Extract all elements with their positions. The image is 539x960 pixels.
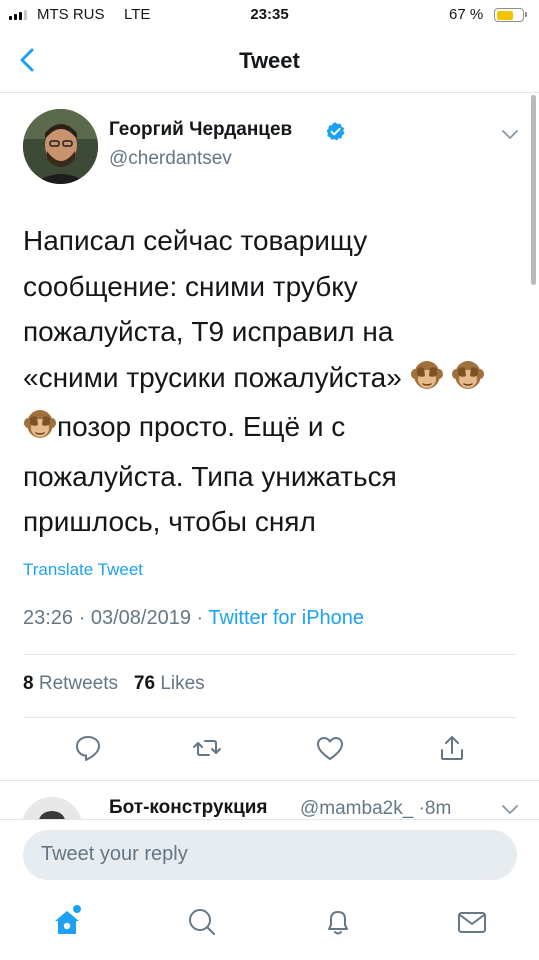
reply-icon	[76, 736, 100, 761]
translate-tweet-link[interactable]: Translate Tweet	[23, 560, 143, 580]
reply-button[interactable]	[73, 733, 103, 763]
tweet-text-line: «сними трусики пожалуйста»	[23, 361, 402, 393]
tab-search[interactable]	[186, 906, 218, 938]
reply-meta: @mamba2k_ ·8m	[300, 798, 451, 820]
reply-input[interactable]: Tweet your reply	[23, 830, 517, 880]
tweet-meta: 23:26 · 03/08/2019 · Twitter for iPhone	[23, 607, 364, 630]
meta-separator: ·	[196, 607, 204, 629]
tweet-text-line: пришлось, чтобы снял	[23, 506, 316, 537]
battery-percent: 67 %	[449, 6, 484, 23]
divider	[23, 717, 516, 718]
tab-messages[interactable]	[456, 906, 488, 938]
reply-composer-bar: Tweet your reply	[0, 819, 539, 891]
tweet-text-line: Написал сейчас товарищу	[23, 225, 368, 256]
see-no-evil-monkey-icon	[23, 408, 57, 454]
home-unread-dot	[73, 905, 81, 913]
scrollbar[interactable]	[531, 95, 536, 285]
nav-bar: Tweet	[0, 30, 539, 93]
tab-bar	[0, 892, 539, 960]
like-button[interactable]	[315, 733, 345, 763]
likes-count: 76	[133, 673, 156, 694]
tweet-text-line: сообщение: сними трубку	[23, 270, 358, 302]
tweet-stats: 8 Retweets 76 Likes	[23, 673, 205, 695]
heart-icon	[317, 737, 343, 760]
tweet-text-line: пожалуйста. Типа унижаться	[23, 460, 397, 492]
meta-separator: ·	[78, 607, 86, 629]
tweet-time: 23:26	[23, 607, 74, 629]
tweet-text-line: позор просто. Ещё и с	[57, 411, 346, 442]
tweet-text-line-with-emoji: позор просто. Ещё и с	[23, 404, 513, 454]
battery-icon	[494, 8, 527, 22]
notifications-icon	[328, 911, 348, 935]
reply-author-handle: @mamba2k_	[300, 798, 414, 819]
verified-badge-icon	[326, 122, 345, 141]
tweet-source-link[interactable]: Twitter for iPhone	[208, 607, 364, 629]
tweet-text: Написал сейчас товарищу сообщение: сними…	[23, 218, 513, 545]
reply-tweet-preview[interactable]: Бот-конструкция @mamba2k_ ·8m	[0, 780, 539, 820]
chevron-down-icon[interactable]	[500, 126, 520, 142]
share-icon	[441, 736, 463, 760]
retweet-icon	[193, 740, 221, 756]
page-title: Tweet	[239, 48, 300, 73]
likes-stat[interactable]: 76 Likes	[134, 673, 205, 694]
reply-author-name[interactable]: Бот-конструкция	[109, 797, 268, 819]
see-no-evil-monkey-icon	[410, 359, 444, 405]
messages-icon	[458, 912, 486, 933]
retweets-stat[interactable]: 8 Retweets	[23, 673, 118, 694]
tweet-text-line-with-emoji: «сними трусики пожалуйста»	[23, 355, 513, 405]
divider	[23, 654, 516, 655]
author-avatar[interactable]	[23, 109, 98, 184]
likes-label: Likes	[160, 673, 205, 694]
author-name[interactable]: Георгий Черданцев	[109, 119, 292, 141]
tab-notifications[interactable]	[322, 906, 354, 938]
chevron-down-icon[interactable]	[500, 801, 520, 817]
retweets-count: 8	[23, 673, 34, 694]
author-handle[interactable]: @cherdantsev	[109, 148, 232, 170]
reply-time: 8m	[424, 798, 452, 819]
retweets-label: Retweets	[38, 673, 119, 694]
search-icon	[189, 909, 215, 935]
tweet-text-line: пожалуйста, Т9 исправил на	[23, 316, 394, 347]
see-no-evil-monkey-icon	[451, 359, 485, 405]
reply-author-avatar[interactable]	[22, 797, 82, 820]
retweet-button[interactable]	[192, 733, 222, 763]
tweet-date: 03/08/2019	[90, 607, 191, 629]
status-bar: MTS RUS LTE 23:35 67 %	[0, 0, 539, 30]
share-button[interactable]	[437, 733, 467, 763]
